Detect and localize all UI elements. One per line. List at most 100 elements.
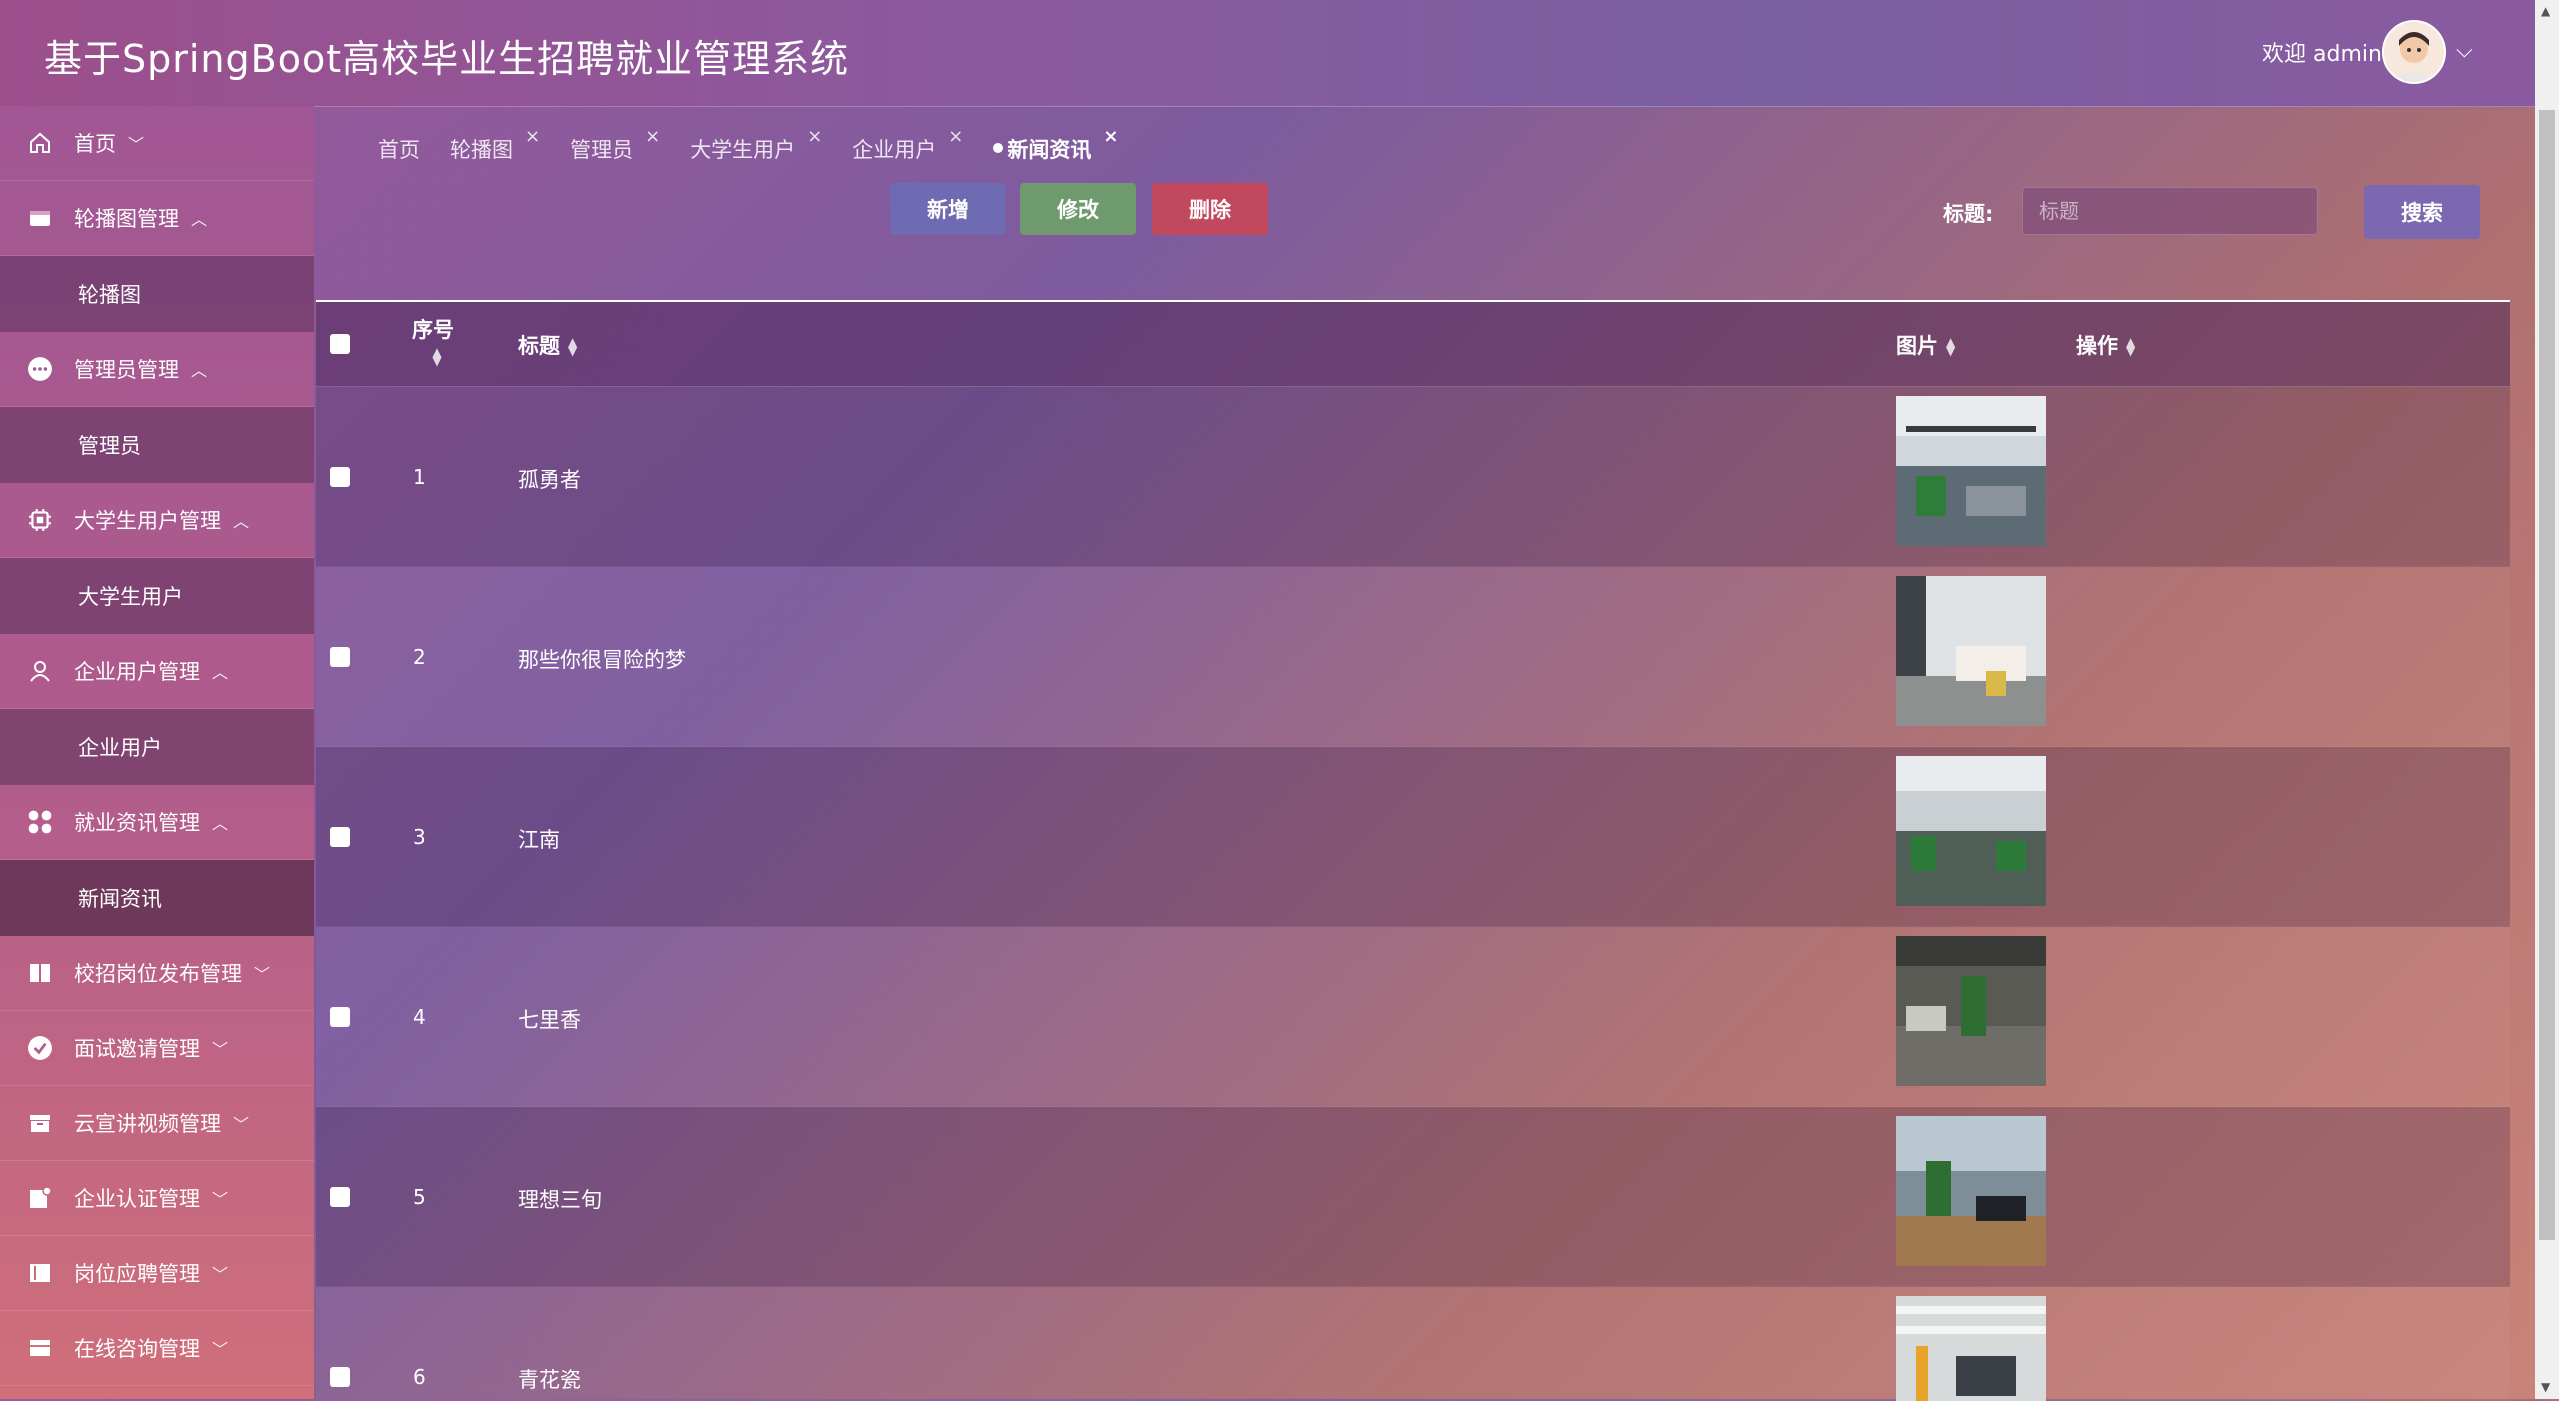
- sidebar-subitem-news[interactable]: 新闻资讯: [0, 860, 314, 936]
- scroll-down-icon[interactable]: ▼: [2541, 1380, 2550, 1394]
- edit-button[interactable]: 修改: [1020, 183, 1136, 235]
- table-body: 1 孤勇者 2 那些你很冒险的梦 3 江南 4 七里香 5 理想三旬 6 青花瓷: [316, 387, 2510, 1401]
- welcome-text: 欢迎 admin: [2262, 42, 2382, 67]
- row-checkbox[interactable]: [330, 1187, 350, 1207]
- office-thumbnail[interactable]: [1896, 576, 2046, 726]
- chip-icon: [26, 506, 54, 534]
- sidebar-item-label: 云宣讲视频管理: [74, 1112, 221, 1136]
- book-icon: [26, 959, 54, 987]
- sidebar-subitem-admin[interactable]: 管理员: [0, 407, 314, 483]
- chevron-down-icon: ﹀: [212, 1190, 229, 1209]
- search-label: 标题:: [1943, 202, 1994, 226]
- sidebar-item-news-mgmt[interactable]: 就业资讯管理 ︿: [0, 785, 314, 860]
- office-thumbnail[interactable]: [1896, 936, 2046, 1086]
- sidebar-item-consult-mgmt[interactable]: 在线咨询管理 ﹀: [0, 1311, 314, 1386]
- row-title: 孤勇者: [518, 468, 581, 492]
- delete-button[interactable]: 删除: [1152, 183, 1268, 235]
- close-icon[interactable]: ×: [807, 126, 822, 147]
- sidebar-item-label: 校招岗位发布管理: [74, 962, 242, 986]
- column-header-title[interactable]: 标题 ▲ ▼: [518, 330, 577, 360]
- sidebar-item-label: 岗位应聘管理: [74, 1262, 200, 1286]
- sidebar-item-label: 企业认证管理: [74, 1187, 200, 1211]
- scroll-up-icon[interactable]: ▲: [2541, 4, 2550, 18]
- inbox-icon: [26, 1334, 54, 1362]
- chevron-up-icon: ︿: [212, 814, 229, 833]
- close-icon[interactable]: ×: [525, 126, 540, 147]
- sidebar-item-label: 在线咨询管理: [74, 1337, 200, 1361]
- tab-home[interactable]: 首页: [378, 134, 420, 164]
- table-row[interactable]: 6 青花瓷: [316, 1287, 2510, 1401]
- tab-news[interactable]: 新闻资讯 ×: [993, 126, 1118, 164]
- sidebar-item-interview-mgmt[interactable]: 面试邀请管理 ﹀: [0, 1011, 314, 1086]
- badge-icon: [26, 1184, 54, 1212]
- row-title: 理想三旬: [518, 1188, 602, 1212]
- active-dot-icon: [993, 143, 1004, 153]
- news-table: 序号 ▲ ▼ 标题 ▲ ▼ 图片 ▲ ▼ 操作 ▲ ▼ 1 孤勇者 2 那些你很冒险的梦 3 江…: [316, 300, 2510, 1401]
- scrollbar-thumb[interactable]: [2539, 110, 2555, 1240]
- row-checkbox[interactable]: [330, 467, 350, 487]
- close-icon[interactable]: ×: [645, 126, 660, 147]
- office-thumbnail[interactable]: [1896, 756, 2046, 906]
- row-checkbox[interactable]: [330, 647, 350, 667]
- office-thumbnail[interactable]: [1896, 1296, 2046, 1401]
- tab-student[interactable]: 大学生用户 ×: [690, 126, 822, 164]
- avatar[interactable]: [2382, 20, 2446, 84]
- sidebar-item-video-mgmt[interactable]: 云宣讲视频管理 ﹀: [0, 1086, 314, 1161]
- office-thumbnail[interactable]: [1896, 1116, 2046, 1266]
- select-all-checkbox[interactable]: [330, 334, 350, 354]
- search-button[interactable]: 搜索: [2364, 185, 2480, 239]
- chevron-up-icon: ︿: [233, 512, 250, 531]
- table-row[interactable]: 2 那些你很冒险的梦: [316, 567, 2510, 747]
- sidebar-item-label: 轮播图管理: [74, 207, 179, 231]
- column-header-image[interactable]: 图片 ▲ ▼: [1896, 330, 1955, 360]
- sidebar-item-application-mgmt[interactable]: 岗位应聘管理 ﹀: [0, 1236, 314, 1311]
- user-icon: [26, 657, 54, 685]
- sidebar-item-label: 管理员管理: [74, 358, 179, 382]
- chevron-up-icon: ︿: [212, 663, 229, 682]
- column-header-index[interactable]: 序号 ▲ ▼: [412, 314, 454, 368]
- row-index: 3: [413, 825, 426, 849]
- admin-icon: [26, 355, 54, 383]
- chevron-down-icon: ﹀: [233, 1115, 250, 1134]
- table-row[interactable]: 3 江南: [316, 747, 2510, 927]
- close-icon[interactable]: ×: [1103, 126, 1118, 147]
- sidebar-subitem-company[interactable]: 企业用户: [0, 709, 314, 785]
- sidebar-item-cert-mgmt[interactable]: 企业认证管理 ﹀: [0, 1161, 314, 1236]
- sort-icon: ▲ ▼: [568, 335, 578, 358]
- table-row[interactable]: 1 孤勇者: [316, 387, 2510, 567]
- row-checkbox[interactable]: [330, 1007, 350, 1027]
- column-header-action[interactable]: 操作 ▲ ▼: [2076, 330, 2135, 360]
- table-row[interactable]: 5 理想三旬: [316, 1107, 2510, 1287]
- row-title: 那些你很冒险的梦: [518, 648, 686, 672]
- row-checkbox[interactable]: [330, 827, 350, 847]
- title-search-input[interactable]: [2022, 187, 2318, 235]
- tab-carousel[interactable]: 轮播图 ×: [450, 126, 540, 164]
- chevron-down-icon[interactable]: ⌵: [2456, 38, 2473, 63]
- sidebar-item-company-mgmt[interactable]: 企业用户管理 ︿: [0, 634, 314, 709]
- top-header: 基于SpringBoot高校毕业生招聘就业管理系统 欢迎 admin ⌵: [0, 0, 2535, 107]
- office-thumbnail[interactable]: [1896, 396, 2046, 546]
- sidebar-item-student-mgmt[interactable]: 大学生用户管理 ︿: [0, 483, 314, 558]
- sidebar-item-label: 就业资讯管理: [74, 811, 200, 835]
- table-row[interactable]: 4 七里香: [316, 927, 2510, 1107]
- sidebar-item-job-post-mgmt[interactable]: 校招岗位发布管理 ﹀: [0, 936, 314, 1011]
- sidebar-item-admin-mgmt[interactable]: 管理员管理 ︿: [0, 332, 314, 407]
- chevron-up-icon: ︿: [191, 210, 208, 229]
- row-title: 七里香: [518, 1008, 581, 1032]
- sidebar-item-carousel-mgmt[interactable]: 轮播图管理 ︿: [0, 181, 314, 256]
- close-icon[interactable]: ×: [948, 126, 963, 147]
- row-index: 2: [413, 645, 426, 669]
- tab-bar: 首页 轮播图 × 管理员 × 大学生用户 × 企业用户 × 新闻资讯 ×: [378, 126, 1148, 164]
- row-index: 6: [413, 1365, 426, 1389]
- page-scrollbar[interactable]: ▲ ▼: [2535, 0, 2559, 1399]
- row-checkbox[interactable]: [330, 1367, 350, 1387]
- tab-company[interactable]: 企业用户 ×: [852, 126, 963, 164]
- sidebar-subitem-student[interactable]: 大学生用户: [0, 558, 314, 634]
- sidebar-subitem-carousel[interactable]: 轮播图: [0, 256, 314, 332]
- grid-icon: [26, 808, 54, 836]
- tab-admin[interactable]: 管理员 ×: [570, 126, 660, 164]
- sidebar-item-home[interactable]: 首页 ﹀: [0, 106, 314, 181]
- chevron-up-icon: ︿: [191, 361, 208, 380]
- row-title: 青花瓷: [518, 1368, 581, 1392]
- add-button[interactable]: 新增: [890, 183, 1006, 235]
